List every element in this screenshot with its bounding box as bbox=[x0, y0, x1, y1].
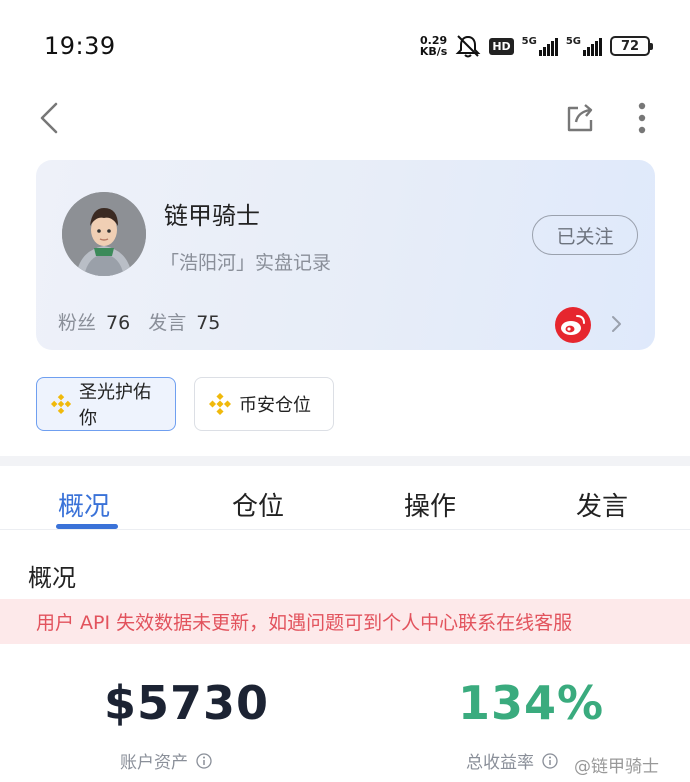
signal-1-label: 5G bbox=[521, 36, 537, 47]
return-label-group: 总收益率 bbox=[466, 748, 558, 773]
info-icon[interactable] bbox=[542, 752, 558, 769]
fans-count: 76 bbox=[106, 312, 131, 334]
fans-label: 粉丝 bbox=[58, 312, 97, 334]
assets-value: $5730 bbox=[104, 676, 270, 730]
battery-icon: 72 bbox=[610, 36, 653, 56]
binance-icon bbox=[51, 393, 72, 415]
share-icon[interactable] bbox=[564, 100, 598, 134]
avatar[interactable] bbox=[62, 192, 146, 276]
signal-strength-1: 5G bbox=[522, 36, 558, 56]
info-icon[interactable] bbox=[196, 752, 212, 769]
status-icons: 0.29 KB/s HD 5G 5G 72 bbox=[420, 32, 653, 60]
total-return-label: 总收益率 bbox=[466, 753, 534, 773]
signal-strength-2: 5G bbox=[566, 36, 602, 56]
posts-count: 75 bbox=[196, 312, 221, 334]
mute-bell-icon bbox=[455, 35, 481, 58]
warning-banner: 用户 API 失效数据未更新，如遇问题可到个人中心联系在线客服 bbox=[0, 599, 690, 644]
weibo-icon[interactable] bbox=[554, 306, 592, 344]
watermark: @链甲骑士 bbox=[574, 757, 659, 777]
status-bar: 19:39 0.29 KB/s HD 5G 5G 72 bbox=[0, 0, 690, 90]
section-title: 概况 bbox=[28, 564, 76, 592]
clock: 19:39 bbox=[44, 32, 116, 60]
signal-2-label: 5G bbox=[565, 36, 581, 47]
fans-stat[interactable]: 粉丝 76 bbox=[58, 308, 130, 335]
tab-operations[interactable]: 操作 bbox=[404, 486, 456, 523]
tab-positions[interactable]: 仓位 bbox=[232, 486, 284, 523]
chip-account-1[interactable]: 圣光护佑你 bbox=[36, 377, 176, 431]
posts-label: 发言 bbox=[148, 312, 187, 334]
back-arrow-icon[interactable] bbox=[36, 100, 64, 136]
posts-stat[interactable]: 发言 75 bbox=[148, 308, 220, 335]
assets-label: 账户资产 bbox=[120, 753, 188, 773]
follow-button[interactable]: 已关注 bbox=[532, 215, 638, 255]
knight-avatar-image bbox=[62, 192, 146, 276]
battery-level: 72 bbox=[620, 38, 640, 54]
chevron-right-icon[interactable] bbox=[608, 312, 626, 336]
top-navigation bbox=[0, 90, 690, 150]
tab-posts[interactable]: 发言 bbox=[576, 486, 628, 523]
binance-icon bbox=[209, 393, 231, 415]
chip-account-2[interactable]: 币安仓位 bbox=[194, 377, 334, 431]
profile-name: 链甲骑士 bbox=[164, 202, 260, 230]
hd-badge: HD bbox=[489, 37, 514, 55]
chip-label: 圣光护佑你 bbox=[79, 382, 152, 429]
tab-overview[interactable]: 概况 bbox=[58, 486, 110, 523]
network-speed: 0.29 KB/s bbox=[420, 35, 447, 57]
section-divider bbox=[0, 456, 690, 466]
account-chips: 圣光护佑你 币安仓位 bbox=[36, 377, 334, 431]
profile-subtitle: 「浩阳河」实盘记录 bbox=[160, 252, 332, 274]
profile-card[interactable]: 链甲骑士 「浩阳河」实盘记录 已关注 粉丝 76 发言 75 bbox=[36, 160, 655, 350]
total-return-value: 134% bbox=[458, 676, 605, 730]
active-tab-indicator bbox=[56, 524, 118, 529]
chip-label: 币安仓位 bbox=[239, 395, 311, 416]
profile-stats: 粉丝 76 发言 75 bbox=[58, 308, 220, 335]
tab-bar: 概况 仓位 操作 发言 bbox=[0, 466, 690, 530]
network-speed-unit: KB/s bbox=[419, 45, 448, 58]
assets-label-group: 账户资产 bbox=[120, 748, 212, 773]
more-options-icon[interactable] bbox=[628, 98, 656, 138]
warning-text: 用户 API 失效数据未更新，如遇问题可到个人中心联系在线客服 bbox=[36, 612, 573, 634]
